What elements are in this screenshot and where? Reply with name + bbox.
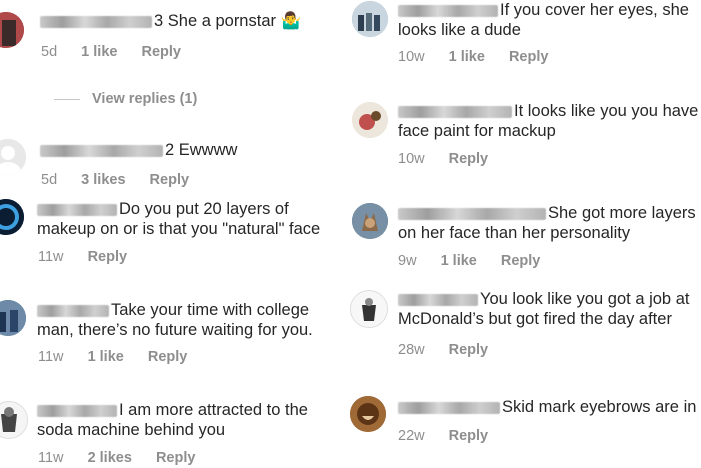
- comment-meta: 10w 1 like Reply: [398, 49, 568, 65]
- comment-text: Take your time with college man, there’s…: [37, 301, 313, 339]
- comment-time: 28w: [398, 342, 425, 358]
- reply-button[interactable]: Reply: [449, 342, 489, 358]
- likes-count[interactable]: 2 likes: [88, 450, 132, 466]
- comment-text: You look like you got a job at McDonald’…: [398, 290, 690, 328]
- avatar[interactable]: [0, 401, 28, 439]
- avatar[interactable]: [350, 396, 386, 432]
- blurred-username[interactable]: [37, 304, 109, 317]
- likes-count[interactable]: 1 like: [441, 253, 477, 269]
- default-avatar-icon: [0, 139, 26, 175]
- comment-meta: 11w Reply: [38, 249, 147, 265]
- avatar[interactable]: [350, 290, 388, 328]
- blurred-username[interactable]: [40, 144, 163, 157]
- comment-meta: 5d 3 likes Reply: [41, 172, 209, 188]
- avatar[interactable]: [0, 12, 24, 48]
- reply-button[interactable]: Reply: [141, 44, 181, 60]
- likes-count[interactable]: 1 like: [449, 49, 485, 65]
- likes-count[interactable]: 1 like: [88, 349, 124, 365]
- reply-button[interactable]: Reply: [88, 249, 128, 265]
- divider-line: [54, 98, 80, 100]
- avatar[interactable]: [352, 1, 388, 37]
- comment-time: 5d: [41, 172, 58, 188]
- reply-button[interactable]: Reply: [150, 172, 190, 188]
- comment-text: Skid mark eyebrows are in: [398, 397, 696, 417]
- blurred-username[interactable]: [398, 207, 546, 220]
- comment-text: If you cover her eyes, she looks like a …: [398, 1, 689, 39]
- comment-time: 10w: [398, 49, 425, 65]
- blurred-username[interactable]: [398, 4, 498, 17]
- comment-text: Do you put 20 layers of makeup on or is …: [37, 200, 321, 238]
- reply-button[interactable]: Reply: [156, 450, 196, 466]
- comment-text: She got more layers on her face than her…: [398, 204, 696, 242]
- comment-time: 5d: [41, 44, 58, 60]
- comment-text: I am more attracted to the soda machine …: [37, 401, 308, 439]
- right-comment-column: If you cover her eyes, she looks like a …: [346, 0, 701, 468]
- comment-text: 2 Ewwww: [40, 140, 237, 160]
- avatar[interactable]: [0, 199, 24, 235]
- likes-count[interactable]: 3 likes: [81, 172, 125, 188]
- avatar[interactable]: [352, 203, 388, 239]
- reply-button[interactable]: Reply: [509, 49, 549, 65]
- comment-meta: 22w Reply: [398, 428, 508, 444]
- reply-button[interactable]: Reply: [148, 349, 188, 365]
- comment-meta: 5d 1 like Reply: [41, 44, 201, 60]
- comment-time: 10w: [398, 151, 425, 167]
- reply-button[interactable]: Reply: [449, 428, 489, 444]
- avatar[interactable]: [0, 300, 26, 336]
- blurred-username[interactable]: [37, 404, 117, 417]
- avatar[interactable]: [352, 102, 388, 138]
- comment-time: 11w: [38, 249, 64, 265]
- blurred-username[interactable]: [37, 203, 117, 216]
- blurred-username[interactable]: [398, 105, 512, 118]
- blurred-username[interactable]: [398, 293, 478, 306]
- avatar[interactable]: [0, 139, 26, 175]
- comment-meta: 10w Reply: [398, 151, 508, 167]
- reply-button[interactable]: Reply: [449, 151, 489, 167]
- likes-count[interactable]: 1 like: [81, 44, 117, 60]
- comment-time: 11w: [38, 450, 64, 466]
- comment-time: 22w: [398, 428, 425, 444]
- blurred-username[interactable]: [398, 401, 500, 414]
- blurred-username[interactable]: [40, 15, 152, 28]
- comment-meta: 11w 1 like Reply: [38, 349, 207, 365]
- view-replies-button[interactable]: View replies (1): [54, 91, 197, 107]
- comment-meta: 11w 2 likes Reply: [38, 450, 215, 466]
- comment-text: 3 She a pornstar 🤷‍♂️: [40, 11, 301, 31]
- comment-time: 9w: [398, 253, 417, 269]
- left-comment-column: 3 She a pornstar 🤷‍♂️ 5d 1 like Reply Vi…: [0, 0, 346, 468]
- comment-time: 11w: [38, 349, 64, 365]
- reply-button[interactable]: Reply: [501, 253, 541, 269]
- comment-text: It looks like you you have face paint fo…: [398, 102, 699, 140]
- comment-meta: 9w 1 like Reply: [398, 253, 560, 269]
- comment-meta: 28w Reply: [398, 342, 508, 358]
